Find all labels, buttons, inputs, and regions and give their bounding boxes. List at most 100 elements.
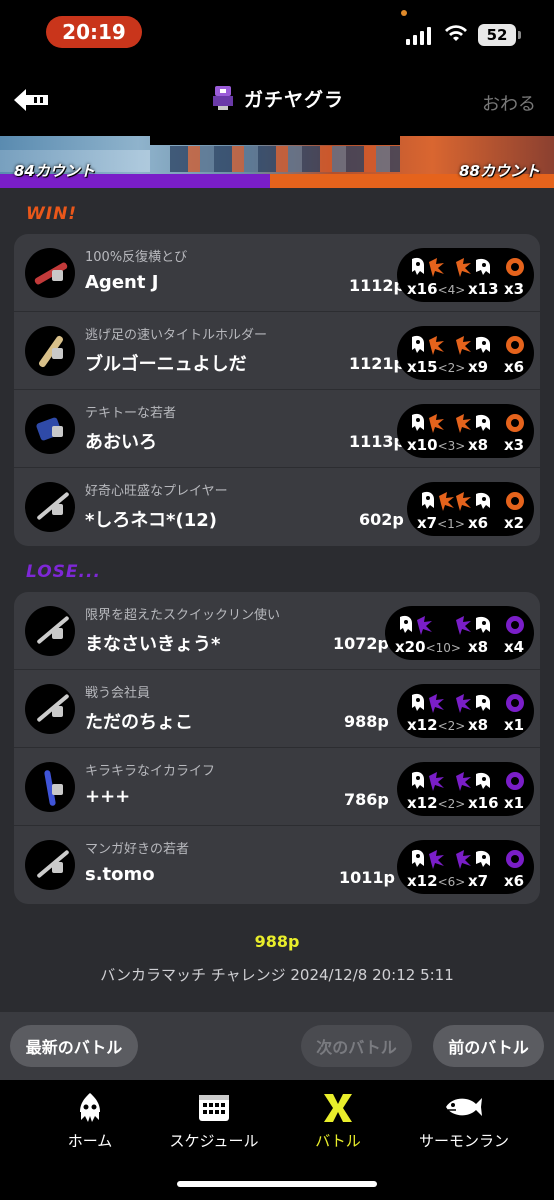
assist-count: <1> (437, 517, 465, 531)
player-points: 988p (344, 712, 389, 731)
status-bar: 20:19 52 (0, 0, 554, 64)
player-stats: x12<2> x8 x1 (397, 684, 534, 738)
kill-icon (409, 770, 449, 792)
player-stats: x15<2> x9 x6 (397, 326, 534, 380)
special-use-icon (454, 770, 494, 792)
assist-count: <2> (437, 797, 466, 811)
special-weapon-icon (504, 692, 526, 714)
win-label: WIN! (26, 204, 78, 224)
player-row[interactable]: 戦う会社員ただのちょこ 988p x12<2> x8 x1 (14, 670, 540, 748)
assist-count: <3> (437, 439, 466, 453)
privacy-indicator-dot (401, 10, 407, 16)
special-weapon-icon (504, 256, 526, 278)
special-count: x2 (504, 514, 525, 532)
player-points: 1072p (333, 634, 389, 653)
weapon-icon (25, 762, 75, 812)
team-right-count: 88カウント (459, 162, 540, 180)
player-points: 602p (359, 510, 404, 529)
player-title: テキトーな若者 (85, 406, 177, 421)
player-name: s.tomo (85, 864, 155, 885)
kill-value: x10 (407, 436, 438, 454)
assist-count: <10> (425, 641, 461, 655)
kill-icon (409, 256, 449, 278)
tab-home[interactable]: ホーム (58, 1092, 122, 1151)
special-use-count: x9 (468, 358, 489, 376)
special-use-count: x8 (468, 638, 489, 656)
sub-weapon-icon (52, 628, 63, 639)
kill-icon (409, 848, 449, 870)
player-name: ただのちょこ (85, 712, 193, 733)
calendar-icon (199, 1095, 229, 1121)
tab-schedule[interactable]: スケジュール (162, 1092, 266, 1151)
wifi-icon (445, 25, 467, 41)
latest-battle-button[interactable]: 最新のバトル (10, 1025, 138, 1067)
player-name: *しろネコ*(12) (85, 510, 217, 531)
player-row[interactable]: 逃げ足の速いタイトルホルダー ブルゴーニュよしだ 1121p x15<2> x9 x6 (14, 312, 540, 390)
player-title: 戦う会社員 (85, 686, 151, 701)
weapon-icon (25, 404, 75, 454)
mode-name: ガチヤグラ (243, 88, 344, 111)
weapon-icon (25, 482, 75, 532)
kill-count: x16<4> (407, 280, 465, 298)
player-row[interactable]: マンガ好きの若者 s.tomo 1011p x12<6> x7 x6 (14, 826, 540, 904)
special-use-count: x13 (468, 280, 499, 298)
kill-value: x20 (395, 638, 426, 656)
player-row[interactable]: キラキラなイカライフ +++ 786p x12<2> x16 x1 (14, 748, 540, 826)
tab-home-label: ホーム (67, 1132, 113, 1150)
special-use-icon (454, 334, 494, 356)
player-title: 限界を超えたスクイックリン使い (85, 608, 281, 623)
special-use-icon (454, 256, 494, 278)
kill-icon (419, 490, 459, 512)
player-stats: x10<3> x8 x3 (397, 404, 534, 458)
kill-icon (409, 692, 449, 714)
kill-count: x10<3> (407, 436, 465, 454)
player-title: マンガ好きの若者 (85, 842, 190, 857)
close-button[interactable]: おわる (482, 90, 536, 116)
kill-icon (409, 334, 449, 356)
tab-salmon-run[interactable]: サーモンラン (412, 1092, 516, 1151)
player-title: キラキラなイカライフ (85, 764, 216, 779)
kill-count: x20<10> (395, 638, 461, 656)
weapon-icon (25, 840, 75, 890)
lose-label: LOSE... (26, 562, 101, 582)
kill-icon (409, 412, 449, 434)
special-weapon-icon (504, 334, 526, 356)
tab-schedule-label: スケジュール (169, 1132, 259, 1150)
kill-value: x7 (417, 514, 438, 532)
tab-battle[interactable]: バトル (308, 1092, 368, 1151)
home-indicator (177, 1181, 377, 1187)
player-row[interactable]: 100%反復横とび Agent J 1112p x16<4> x13 x3 (14, 234, 540, 312)
kill-count: x12<2> (407, 716, 465, 734)
player-name: Agent J (85, 272, 159, 293)
special-count: x3 (504, 280, 525, 298)
battle-icon (324, 1094, 352, 1122)
player-row[interactable]: テキトーな若者 あおいろ 1113p x10<3> x8 x3 (14, 390, 540, 468)
special-use-icon (454, 490, 494, 512)
special-weapon-icon (504, 614, 526, 636)
assist-count: <6> (437, 875, 466, 889)
special-use-count: x8 (468, 716, 489, 734)
next-battle-button[interactable]: 次のバトル (301, 1025, 412, 1067)
battle-result-panel: WIN! 100%反復横とび Agent J 1112p x16<4> x13 x3 逃げ足… (0, 188, 554, 1012)
player-stats: x12<6> x7 x6 (397, 840, 534, 894)
kill-count: x12<2> (407, 794, 465, 812)
player-row[interactable]: 限界を超えたスクイックリン使い まなさいきょう* 1072p x20<10> x8 x4 (14, 592, 540, 670)
special-weapon-icon (504, 848, 526, 870)
assist-count: <2> (437, 719, 466, 733)
tab-battle-label: バトル (315, 1132, 361, 1150)
cellular-signal-icon (406, 25, 431, 45)
kill-count: x12<6> (407, 872, 465, 890)
player-row[interactable]: 好奇心旺盛なプレイヤー *しろネコ*(12) 602p x7<1> x6 x2 (14, 468, 540, 546)
battery-indicator: 52 (478, 24, 521, 46)
player-title: 逃げ足の速いタイトルホルダー (85, 328, 268, 343)
special-use-count: x8 (468, 436, 489, 454)
special-use-icon (454, 614, 494, 636)
mode-title: ガチヤグラ (0, 84, 554, 112)
player-points: 786p (344, 790, 389, 809)
sub-weapon-icon (52, 706, 63, 717)
player-title: 100%反復横とび (85, 250, 188, 265)
special-use-icon (454, 848, 494, 870)
previous-battle-button[interactable]: 前のバトル (433, 1025, 544, 1067)
player-stats: x16<4> x13 x3 (397, 248, 534, 302)
salmon-icon (446, 1098, 482, 1116)
